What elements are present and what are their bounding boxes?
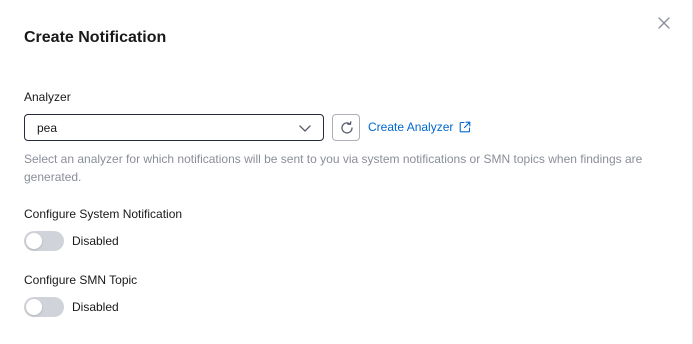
analyzer-helper-text: Select an analyzer for which notificatio… <box>24 152 643 184</box>
toggle-knob <box>26 233 42 249</box>
close-button[interactable] <box>654 13 674 33</box>
toggle-knob <box>26 299 42 315</box>
smn-topic-status: Disabled <box>72 300 119 314</box>
analyzer-select-value: pea <box>37 121 58 135</box>
create-analyzer-label: Create Analyzer <box>368 120 454 134</box>
smn-topic-toggle[interactable] <box>24 297 64 317</box>
system-notification-label: Configure System Notification <box>24 207 183 221</box>
refresh-analyzer-button[interactable] <box>332 114 360 141</box>
analyzer-select[interactable]: pea <box>24 114 324 141</box>
chevron-down-icon <box>299 125 311 132</box>
smn-topic-label: Configure SMN Topic <box>24 273 138 287</box>
system-notification-status: Disabled <box>72 234 119 248</box>
external-link-icon <box>460 121 471 133</box>
dialog-title: Create Notification <box>24 29 167 46</box>
analyzer-label: Analyzer <box>24 90 71 104</box>
close-icon <box>658 17 670 29</box>
system-notification-toggle[interactable] <box>24 231 64 251</box>
create-analyzer-link[interactable]: Create Analyzer <box>368 119 471 135</box>
create-notification-dialog: Create Notification Analyzer pea Create … <box>0 0 693 344</box>
refresh-icon <box>341 121 353 134</box>
